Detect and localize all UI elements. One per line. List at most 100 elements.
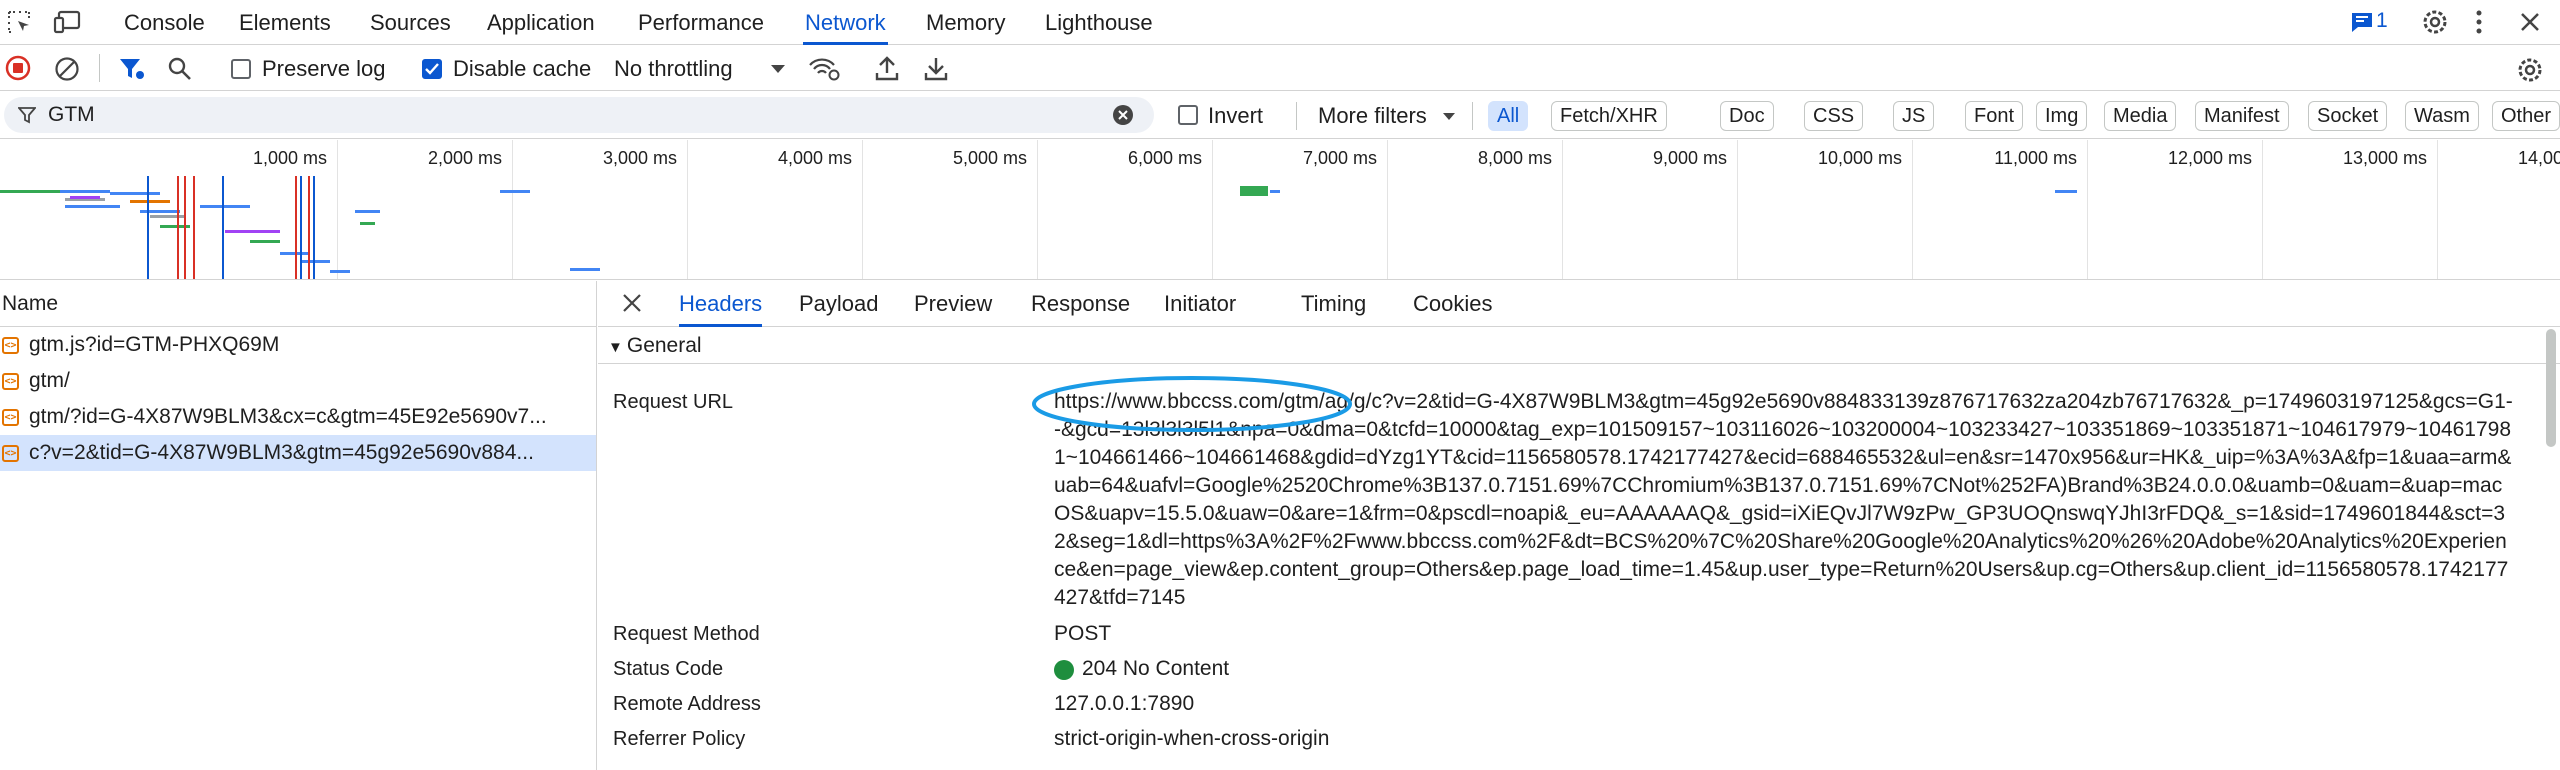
detail-tab-cookies[interactable]: Cookies xyxy=(1413,281,1492,327)
inspect-element-icon[interactable] xyxy=(6,9,32,35)
detail-tab-headers[interactable]: Headers xyxy=(679,281,763,327)
tab-sources[interactable]: Sources xyxy=(368,0,453,45)
tab-application[interactable]: Application xyxy=(485,0,597,45)
network-settings-gear-icon[interactable] xyxy=(2515,55,2545,85)
export-har-icon[interactable] xyxy=(924,55,948,81)
detail-tab-response[interactable]: Response xyxy=(1031,281,1130,327)
device-toolbar-icon[interactable] xyxy=(53,9,81,35)
status-code-value: 204 No Content xyxy=(1082,657,1230,680)
filter-funnel-icon[interactable] xyxy=(118,56,146,82)
request-name: gtm/?id=G-4X87W9BLM3&cx=c&gtm=45E92e5690… xyxy=(29,405,547,428)
network-toolbar: Preserve log Disable cache No throttling xyxy=(0,46,2560,91)
preserve-log-checkbox[interactable] xyxy=(231,59,251,79)
throttling-select[interactable]: No throttling xyxy=(614,56,733,82)
network-conditions-icon[interactable] xyxy=(808,57,840,81)
request-row[interactable]: <> c?v=2&tid=G-4X87W9BLM3&gtm=45g92e5690v… xyxy=(0,435,596,471)
timeline-event-marker xyxy=(222,176,224,279)
timeline-tick-label: 7,000 ms xyxy=(1302,148,1377,168)
timeline-gridline xyxy=(1037,140,1038,279)
script-file-icon: <> xyxy=(2,372,19,390)
toolbar-divider xyxy=(99,54,100,82)
throttling-dropdown-arrow-icon[interactable] xyxy=(770,64,786,74)
timeline-tick-label: 13,000 ms xyxy=(2342,148,2427,168)
type-filter-other[interactable]: Other xyxy=(2492,101,2560,131)
tab-network[interactable]: Network xyxy=(803,0,888,45)
timeline-request-bar xyxy=(150,215,185,218)
preserve-log-label[interactable]: Preserve log xyxy=(262,56,386,82)
timeline-request-bar xyxy=(355,210,380,213)
request-row[interactable]: <> gtm/?id=G-4X87W9BLM3&cx=c&gtm=45E92e56… xyxy=(0,399,596,435)
more-filters-button[interactable]: More filters xyxy=(1318,103,1427,129)
clear-icon[interactable] xyxy=(54,56,80,82)
timeline-gridline xyxy=(687,140,688,279)
timeline-request-bar xyxy=(110,192,160,195)
type-filter-js[interactable]: JS xyxy=(1893,101,1935,131)
detail-tab-preview[interactable]: Preview xyxy=(914,281,992,327)
detail-tab-timing[interactable]: Timing xyxy=(1301,281,1366,327)
timeline-request-bar xyxy=(570,268,600,271)
timeline-request-bar xyxy=(1270,190,1280,193)
timeline-tick-label: 10,000 ms xyxy=(1817,148,1902,168)
tab-elements[interactable]: Elements xyxy=(237,0,333,45)
request-row[interactable]: <> gtm/ xyxy=(0,363,596,399)
script-file-icon: <> xyxy=(2,336,19,354)
more-filters-arrow-icon[interactable] xyxy=(1442,112,1456,121)
timeline-request-bar xyxy=(0,190,60,193)
timeline-gridline xyxy=(1562,140,1563,279)
timeline-tick-label: 12,000 ms xyxy=(2167,148,2252,168)
disable-cache-checkbox[interactable] xyxy=(422,59,442,79)
type-filter-font[interactable]: Font xyxy=(1965,101,2024,131)
request-url-label: Request URL xyxy=(613,391,734,413)
invert-label[interactable]: Invert xyxy=(1208,103,1263,129)
import-har-icon[interactable] xyxy=(875,55,899,81)
record-stop-icon[interactable] xyxy=(5,55,31,81)
settings-gear-icon[interactable] xyxy=(2420,7,2450,37)
type-filter-doc[interactable]: Doc xyxy=(1720,101,1774,131)
type-filter-media[interactable]: Media xyxy=(2104,101,2177,131)
type-filter-fetchxhr[interactable]: Fetch/XHR xyxy=(1551,101,1667,131)
filter-input[interactable]: GTM xyxy=(48,103,95,127)
tab-memory[interactable]: Memory xyxy=(924,0,1007,45)
request-list-panel: Name <> gtm.js?id=GTM-PHXQ69M <> gtm/ <> gtm/… xyxy=(0,281,597,770)
request-detail-panel: Headers Payload Preview Response Initiator Ti… xyxy=(598,281,2560,770)
invert-checkbox[interactable] xyxy=(1178,105,1198,125)
close-detail-icon[interactable] xyxy=(622,293,642,313)
timeline-gridline xyxy=(512,140,513,279)
name-column-header[interactable]: Name xyxy=(0,281,596,327)
remote-address-label: Remote Address xyxy=(613,693,761,715)
filter-input-box[interactable]: GTM xyxy=(4,97,1154,133)
disable-cache-label[interactable]: Disable cache xyxy=(453,56,591,82)
type-filter-img[interactable]: Img xyxy=(2036,101,2088,131)
detail-tab-payload[interactable]: Payload xyxy=(799,281,879,327)
timeline-request-bar xyxy=(2055,190,2077,193)
status-code-label: Status Code xyxy=(613,658,724,680)
request-row[interactable]: <> gtm.js?id=GTM-PHXQ69M xyxy=(0,327,596,363)
detail-tab-initiator[interactable]: Initiator xyxy=(1164,281,1236,327)
timeline-event-marker xyxy=(147,176,149,279)
close-devtools-icon[interactable] xyxy=(2518,10,2542,34)
tab-lighthouse[interactable]: Lighthouse xyxy=(1043,0,1155,45)
clear-filter-icon[interactable] xyxy=(1112,104,1134,126)
timeline-request-bar xyxy=(140,210,180,213)
referrer-policy-label: Referrer Policy xyxy=(613,728,746,750)
general-section-header[interactable]: ▼ General xyxy=(598,328,2560,364)
more-options-icon[interactable] xyxy=(2473,8,2485,36)
timeline-tick-label: 3,000 ms xyxy=(602,148,677,168)
type-filter-all[interactable]: All xyxy=(1488,101,1529,131)
timeline-request-bar xyxy=(1240,186,1268,196)
type-filter-socket[interactable]: Socket xyxy=(2308,101,2388,131)
timeline-gridline xyxy=(1912,140,1913,279)
tab-console[interactable]: Console xyxy=(122,0,207,45)
filter-divider xyxy=(1472,102,1473,130)
search-icon[interactable] xyxy=(167,56,193,82)
request-list: <> gtm.js?id=GTM-PHXQ69M <> gtm/ <> gtm/?id=G… xyxy=(0,327,596,471)
type-filter-manifest[interactable]: Manifest xyxy=(2195,101,2289,131)
type-filter-wasm[interactable]: Wasm xyxy=(2405,101,2479,131)
issues-icon[interactable] xyxy=(2350,11,2374,33)
tab-performance[interactable]: Performance xyxy=(636,0,766,45)
type-filter-css[interactable]: CSS xyxy=(1804,101,1864,131)
network-overview-timeline[interactable]: 1,000 ms 2,000 ms 3,000 ms 4,000 ms 5,000 ms… xyxy=(0,140,2560,280)
timeline-event-marker xyxy=(308,176,310,279)
detail-scrollbar[interactable] xyxy=(2546,329,2556,447)
issues-count[interactable]: 1 xyxy=(2376,9,2388,33)
